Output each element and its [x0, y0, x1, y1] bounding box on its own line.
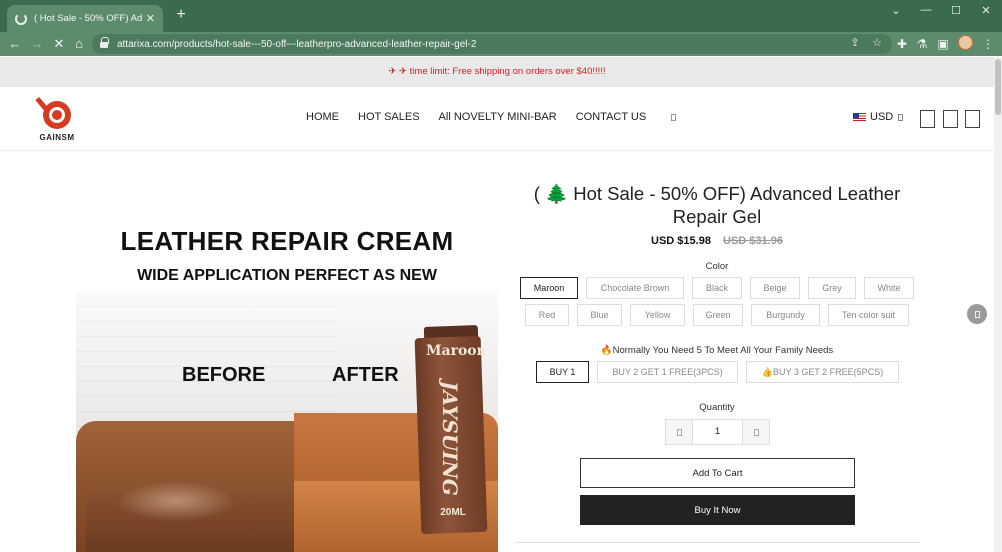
color-option-ten-color-suit[interactable]: Ten color suit [828, 304, 909, 326]
forward-button[interactable]: → [29, 36, 45, 52]
color-option-green[interactable]: Green [693, 304, 743, 326]
new-tab-button[interactable]: + [173, 7, 189, 23]
chevron-down-icon [898, 113, 904, 121]
quantity-decrease-button[interactable] [666, 420, 692, 444]
color-option-red[interactable]: Red [525, 304, 569, 326]
nav-contact-us-label: CONTACT US [575, 111, 647, 123]
tube-size: 20ML [440, 507, 466, 518]
color-option-yellow[interactable]: Yellow [630, 304, 685, 326]
currency-selector[interactable]: USD [853, 111, 904, 123]
logo-text: GAINSM [39, 133, 75, 142]
loading-spinner-icon [15, 12, 27, 25]
cart-icon[interactable] [965, 110, 980, 128]
window-close-button[interactable]: ✕ [978, 4, 994, 17]
product-image[interactable]: LEATHER REPAIR CREAM WIDE APPLICATION PE… [76, 181, 498, 552]
address-bar[interactable]: attarixa.com/products/hot-sale---50-off-… [92, 34, 892, 54]
minimize-button[interactable]: — [918, 4, 934, 16]
image-after-label: AFTER [332, 364, 399, 386]
sofa-damage [116, 481, 236, 521]
image-before-label: BEFORE [182, 364, 266, 386]
announcement-bar: ✈ ✈ time limit: Free shipping on orders … [0, 57, 994, 87]
color-option-blue[interactable]: Blue [577, 304, 622, 326]
nav-contact-us[interactable]: CONTACT US [576, 111, 696, 123]
labs-icon[interactable]: ⚗ [914, 36, 930, 52]
section-divider [515, 542, 920, 543]
share-icon[interactable]: ⇪ [847, 36, 863, 49]
bundle-buy-1[interactable]: BUY 1 [536, 361, 589, 383]
quantity-input[interactable]: 1 [692, 420, 743, 444]
tab-title: ( Hot Sale - 50% OFF) Advanced Leather R… [34, 13, 142, 24]
tube-brand: JAYSUING [438, 381, 462, 496]
bundle-buy-2-get-1[interactable]: BUY 2 GET 1 FREE(3PCS) [597, 361, 738, 383]
search-icon[interactable] [920, 110, 935, 128]
bundle-buy-3-get-2[interactable]: 👍BUY 3 GET 2 FREE(5PCS) [746, 361, 899, 383]
main-navigation: HOME HOT SALES All NOVELTY MINI-BAR CONT… [306, 111, 714, 123]
nav-hot-sales[interactable]: HOT SALES [358, 111, 420, 123]
sale-price: USD $15.98 [651, 235, 711, 247]
home-button[interactable]: ⌂ [71, 36, 87, 52]
us-flag-icon [853, 113, 866, 121]
color-option-grey[interactable]: Grey [808, 277, 856, 299]
color-option-white[interactable]: White [864, 277, 914, 299]
browser-titlebar: ( Hot Sale - 50% OFF) Advanced Leather R… [0, 0, 1002, 32]
color-option-maroon[interactable]: Maroon [520, 277, 578, 299]
currency-label: USD [870, 111, 894, 123]
tab-search-icon[interactable]: ⌄ [888, 4, 904, 17]
extensions-icon[interactable]: ✚ [894, 36, 910, 52]
tube-color-label: Maroon [426, 343, 487, 359]
price-row: USD $15.98 USD $31.96 [520, 235, 914, 247]
chevron-down-icon [671, 114, 677, 121]
back-button[interactable]: ← [7, 36, 23, 52]
sidebar-icon[interactable]: ▣ [935, 36, 951, 52]
menu-icon[interactable]: ⋮ [980, 36, 996, 52]
site-header: GAINSM HOME HOT SALES All NOVELTY MINI-B… [0, 87, 994, 151]
chat-icon [974, 310, 980, 318]
url-text[interactable]: attarixa.com/products/hot-sale---50-off-… [117, 39, 476, 50]
floating-chat-button[interactable] [967, 304, 987, 324]
stop-loading-button[interactable]: ✕ [51, 36, 67, 52]
scrollbar-thumb[interactable] [995, 59, 1001, 115]
product-title: ( 🌲 Hot Sale - 50% OFF) Advanced Leather… [533, 183, 901, 227]
site-logo[interactable]: GAINSM [34, 95, 80, 145]
nav-home[interactable]: HOME [306, 111, 339, 123]
color-option-chocolate-brown[interactable]: Chocolate Brown [586, 277, 684, 299]
nav-novelty-mini-bar[interactable]: All NOVELTY MINI-BAR [439, 111, 557, 123]
quantity-increase-button[interactable] [743, 420, 769, 444]
plus-icon [753, 428, 759, 436]
color-label: Color [705, 261, 729, 272]
tab-close-icon[interactable]: ✕ [146, 12, 155, 25]
family-needs-note: 🔥Normally You Need 5 To Meet All Your Fa… [600, 345, 834, 356]
color-option-beige[interactable]: Beige [750, 277, 800, 299]
lock-icon [100, 36, 109, 49]
quantity-stepper: 1 [665, 419, 770, 445]
color-option-burgundy[interactable]: Burgundy [751, 304, 820, 326]
quantity-label: Quantity [699, 402, 735, 413]
maximize-button[interactable]: ☐ [948, 4, 964, 17]
browser-tab[interactable]: ( Hot Sale - 50% OFF) Advanced Leather R… [7, 5, 163, 32]
bookmark-star-icon[interactable]: ☆ [869, 36, 885, 49]
profile-avatar[interactable] [958, 35, 973, 50]
browser-toolbar: ← → ✕ ⌂ attarixa.com/products/hot-sale--… [0, 32, 1002, 56]
minus-icon [676, 428, 682, 436]
color-option-black[interactable]: Black [692, 277, 742, 299]
image-subheadline: WIDE APPLICATION PERFECT AS NEW [137, 267, 437, 284]
account-icon[interactable] [943, 110, 958, 128]
image-headline: LEATHER REPAIR CREAM [120, 226, 454, 256]
add-to-cart-button[interactable]: Add To Cart [580, 458, 855, 488]
page-scrollbar[interactable] [994, 57, 1002, 552]
buy-now-button[interactable]: Buy It Now [580, 495, 855, 525]
original-price: USD $31.96 [723, 235, 783, 247]
